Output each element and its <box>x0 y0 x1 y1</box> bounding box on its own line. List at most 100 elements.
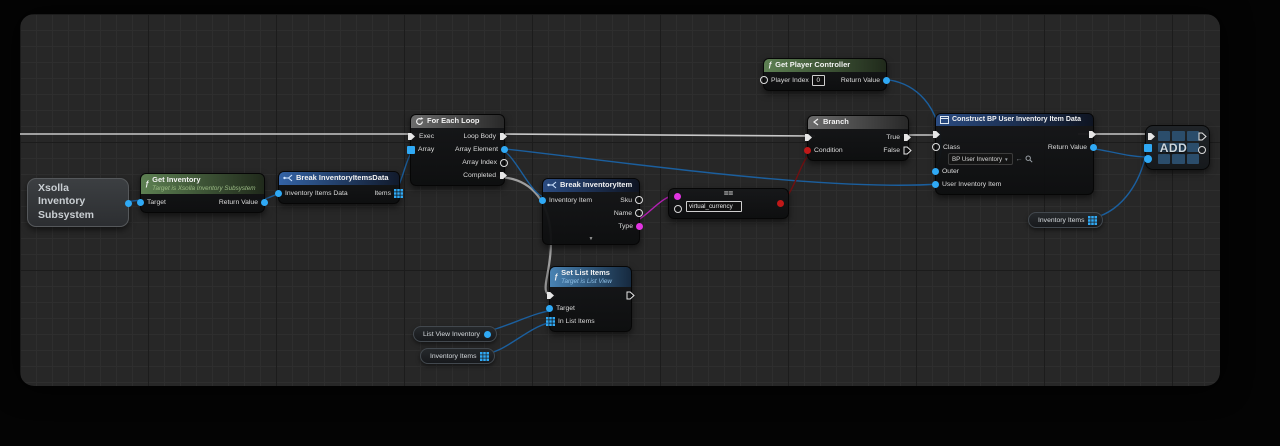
name-pin[interactable] <box>635 209 643 217</box>
exec-in-pin[interactable] <box>1147 132 1156 141</box>
compare-a-pin[interactable] <box>674 193 681 200</box>
blueprint-graph-canvas[interactable]: Xsolla Inventory Subsystem ƒ Get Invento… <box>20 14 1220 386</box>
pin-label: Completed <box>463 172 496 179</box>
title-line: Inventory <box>38 195 118 208</box>
target-array-pin[interactable] <box>1144 144 1152 152</box>
title-line: Xsolla <box>38 182 118 195</box>
use-selected-asset-icon[interactable]: ← <box>1016 156 1023 163</box>
compare-b-pin[interactable] <box>674 205 682 213</box>
browse-asset-icon[interactable] <box>1025 155 1033 163</box>
player-index-pin[interactable] <box>760 76 768 84</box>
node-header[interactable]: Break InventoryItem <box>543 179 639 192</box>
return-value-pin[interactable] <box>261 199 268 206</box>
class-dropdown-value: BP User Inventory <box>952 156 1002 163</box>
return-value-pin[interactable] <box>883 77 890 84</box>
exec-out-pin[interactable] <box>1198 132 1207 141</box>
node-title: Get Inventory <box>152 176 255 185</box>
node-header[interactable]: ƒ Get Player Controller <box>764 59 886 72</box>
pin-label: Player Index <box>771 77 809 84</box>
true-exec-pin[interactable] <box>903 133 912 142</box>
node-get-inventory[interactable]: ƒ Get Inventory Target is Xsolla Invento… <box>140 173 265 213</box>
expand-node-chevron[interactable]: ▼ <box>543 236 639 244</box>
node-header[interactable]: Break InventoryItemsData <box>279 172 399 185</box>
loop-body-exec-pin[interactable] <box>499 132 508 141</box>
return-value-pin[interactable] <box>1090 144 1097 151</box>
exec-in-pin[interactable] <box>804 133 813 142</box>
pin-label: Sku <box>620 197 632 204</box>
array-output-pin[interactable] <box>480 352 489 361</box>
outer-pin[interactable] <box>932 168 939 175</box>
condition-pin[interactable] <box>804 147 811 154</box>
compare-b-value-field[interactable] <box>686 201 742 212</box>
pin-label: Name <box>614 210 632 217</box>
node-break-inventoryitemsdata[interactable]: Break InventoryItemsData Inventory Items… <box>278 171 400 204</box>
array-items-pin[interactable] <box>394 189 403 198</box>
function-icon: ƒ <box>145 180 149 189</box>
pin-label: Type <box>618 223 633 230</box>
pin-label: Array <box>418 146 434 153</box>
false-exec-pin[interactable] <box>903 146 912 155</box>
node-header[interactable]: ƒ Get Inventory Target is Xsolla Invento… <box>141 174 264 194</box>
user-inventory-item-pin[interactable] <box>932 181 939 188</box>
in-list-items-pin[interactable] <box>546 317 555 326</box>
branch-icon <box>812 118 820 126</box>
variable-label: Inventory Items <box>430 353 476 360</box>
node-header[interactable]: Construct BP User Inventory Item Data <box>936 114 1093 126</box>
array-index-pin[interactable] <box>500 159 508 167</box>
node-branch[interactable]: Branch Condition True False <box>807 115 909 161</box>
object-output-pin[interactable] <box>484 331 491 338</box>
exec-in-pin[interactable] <box>407 132 416 141</box>
sku-pin[interactable] <box>635 196 643 204</box>
node-xsolla-inventory-subsystem[interactable]: Xsolla Inventory Subsystem <box>27 178 129 227</box>
node-construct-bp-user-inventory-item-data[interactable]: Construct BP User Inventory Item Data Cl… <box>935 113 1094 195</box>
variable-get-inventory-items[interactable]: Inventory Items <box>420 348 495 364</box>
pin-label: False <box>883 147 900 154</box>
exec-out-pin[interactable] <box>626 291 635 300</box>
pin-label: Exec <box>419 133 434 140</box>
node-title: Break InventoryItemsData <box>296 174 389 183</box>
pin-label: Loop Body <box>463 133 496 140</box>
chevron-down-icon: ▼ <box>1004 157 1008 162</box>
object-output-pin[interactable] <box>125 200 132 207</box>
inventory-items-data-pin[interactable] <box>275 190 282 197</box>
exec-in-pin[interactable] <box>546 291 555 300</box>
player-index-field[interactable] <box>812 75 825 86</box>
construct-icon <box>940 116 949 124</box>
exec-out-pin[interactable] <box>1088 130 1097 139</box>
node-break-inventoryitem[interactable]: Break InventoryItem Inventory Item Sku N… <box>542 178 640 245</box>
variable-label: Inventory Items <box>1038 217 1084 224</box>
node-for-each-loop[interactable]: For Each Loop Exec Array Loop Body Array… <box>410 114 505 186</box>
node-get-player-controller[interactable]: ƒ Get Player Controller Player Index Ret… <box>763 58 887 91</box>
new-item-pin[interactable] <box>1144 155 1152 163</box>
node-set-list-items[interactable]: ƒ Set List Items Target is List View Tar… <box>549 266 632 332</box>
node-header[interactable]: Branch <box>808 116 908 129</box>
type-pin[interactable] <box>636 223 643 230</box>
variable-get-inventory-items[interactable]: Inventory Items <box>1028 212 1103 228</box>
pin-label: Array Element <box>455 146 498 153</box>
target-pin[interactable] <box>137 199 144 206</box>
node-header[interactable]: For Each Loop <box>411 115 504 128</box>
screenshot-root: { "colors": { "canvas_bg": "#272727", "e… <box>0 0 1280 446</box>
break-struct-icon <box>547 181 557 189</box>
variable-label: List View Inventory <box>423 331 480 338</box>
array-element-pin[interactable] <box>501 146 508 153</box>
node-string-equals[interactable]: == <box>668 188 789 219</box>
node-array-add[interactable]: ADD <box>1145 125 1210 170</box>
loop-icon <box>415 117 424 126</box>
node-header[interactable]: ƒ Set List Items Target is List View <box>550 267 631 287</box>
inventory-item-pin[interactable] <box>539 197 546 204</box>
pin-label: Inventory Item <box>549 197 592 204</box>
array-in-pin[interactable] <box>407 146 415 154</box>
class-pin[interactable] <box>932 143 940 151</box>
target-pin[interactable] <box>546 305 553 312</box>
exec-in-pin[interactable] <box>932 130 941 139</box>
index-out-pin[interactable] <box>1198 146 1206 154</box>
class-dropdown[interactable]: BP User Inventory▼ <box>948 153 1013 165</box>
completed-exec-pin[interactable] <box>499 171 508 180</box>
result-bool-pin[interactable] <box>777 200 784 207</box>
pin-label: In List Items <box>558 318 595 325</box>
array-output-pin[interactable] <box>1088 216 1097 225</box>
function-icon: ƒ <box>554 273 558 282</box>
variable-get-list-view-inventory[interactable]: List View Inventory <box>413 326 497 342</box>
title-line: Subsystem <box>38 209 118 222</box>
